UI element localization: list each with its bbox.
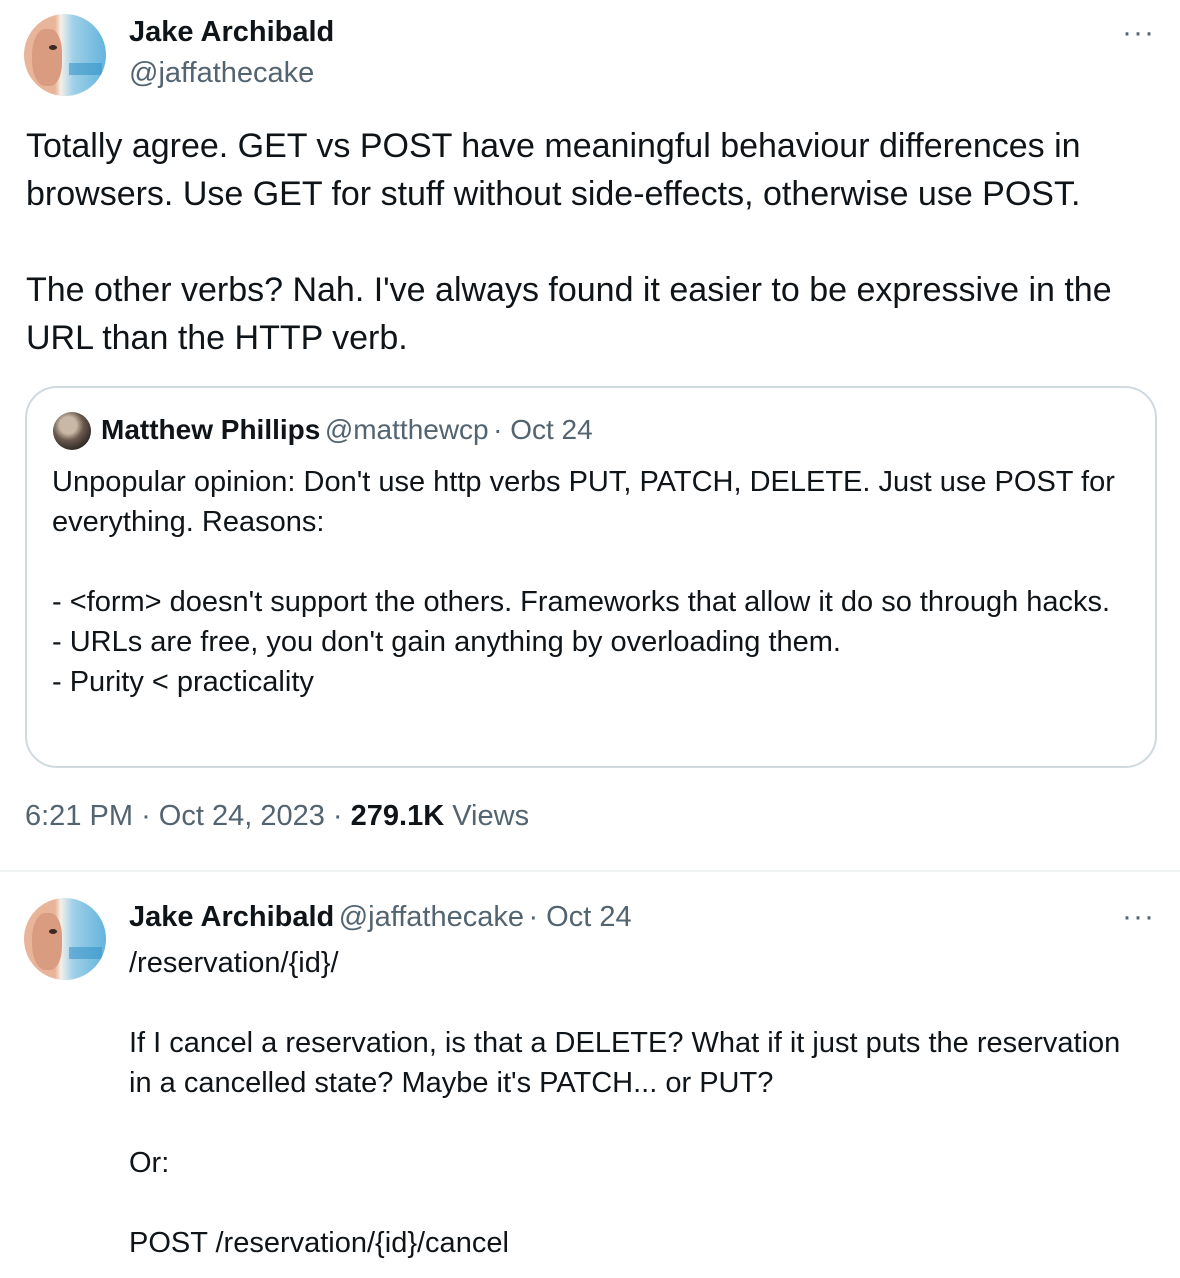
quoted-tweet-text: Unpopular opinion: Don't use http verbs …: [52, 466, 1115, 698]
avatar-band: [69, 63, 102, 75]
views-label: Views: [452, 800, 530, 832]
quoted-author-name: Matthew Phillips: [101, 414, 321, 445]
reply-tweet-text: /reservation/{id}/ If I cancel a reserva…: [129, 947, 1121, 1259]
quoted-author-handle: @matthewcp: [324, 414, 489, 445]
quoted-header: Matthew Phillips @matthewcp · Oct 24: [101, 414, 593, 446]
author-name[interactable]: Jake Archibald: [129, 16, 334, 49]
avatar-face: [32, 28, 62, 87]
avatar-eye: [48, 45, 57, 51]
reply-author-name[interactable]: Jake Archibald: [129, 901, 334, 933]
avatar-face: [32, 912, 62, 971]
quoted-tweet[interactable]: Matthew Phillips @matthewcp · Oct 24 Unp…: [25, 386, 1157, 768]
tweet-text: Totally agree. GET vs POST have meaningf…: [26, 127, 1112, 357]
reply-date[interactable]: · Oct 24: [528, 901, 631, 933]
quoted-author-avatar: [53, 412, 91, 450]
reply-header: Jake Archibald @jaffathecake · Oct 24: [129, 901, 632, 934]
tweet-time[interactable]: 6:21 PM: [25, 800, 133, 832]
author-handle[interactable]: @jaffathecake: [129, 57, 314, 90]
quoted-date: · Oct 24: [493, 414, 593, 445]
meta-separator: ·: [141, 800, 151, 832]
meta-separator: ·: [332, 800, 343, 832]
tweet-date[interactable]: Oct 24, 2023: [159, 800, 325, 832]
avatar-eye: [48, 929, 57, 935]
reply-more-options-icon[interactable]: ···: [1122, 902, 1155, 932]
more-options-icon[interactable]: ···: [1122, 18, 1155, 48]
views-count: 279.1K: [350, 800, 445, 832]
tweet-meta: 6:21 PM · Oct 24, 2023 · 279.1K Views: [25, 800, 529, 833]
reply-author-avatar[interactable]: [24, 898, 106, 980]
avatar-band: [69, 947, 102, 959]
reply-author-handle[interactable]: @jaffathecake: [339, 901, 524, 933]
author-avatar[interactable]: [24, 14, 106, 96]
divider: [0, 870, 1180, 872]
